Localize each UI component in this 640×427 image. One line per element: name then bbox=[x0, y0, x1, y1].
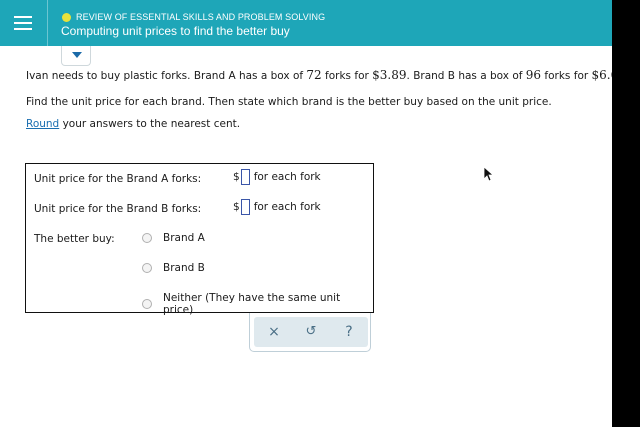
radio-button[interactable] bbox=[142, 233, 152, 243]
brand-a-price: $3.89 bbox=[372, 68, 407, 82]
radio-button[interactable] bbox=[142, 299, 152, 309]
mouse-pointer-icon bbox=[483, 166, 494, 182]
page: REVIEW OF ESSENTIAL SKILLS AND PROBLEM S… bbox=[0, 0, 629, 427]
chevron-down-icon bbox=[72, 52, 82, 58]
problem-text: . Brand B has a box of bbox=[406, 70, 526, 82]
option-label: Brand B bbox=[163, 262, 205, 274]
problem-text: Ivan needs to buy plastic forks. Brand A… bbox=[26, 70, 307, 82]
brand-b-label: Unit price for the Brand B forks: bbox=[34, 203, 202, 215]
clear-icon[interactable]: × bbox=[265, 323, 283, 341]
help-icon[interactable]: ? bbox=[340, 323, 358, 341]
round-link[interactable]: Round bbox=[26, 118, 59, 130]
topic-row: REVIEW OF ESSENTIAL SKILLS AND PROBLEM S… bbox=[62, 10, 325, 24]
radio-button[interactable] bbox=[142, 263, 152, 273]
unit-suffix: for each fork bbox=[253, 171, 321, 183]
problem-instruction: Find the unit price for each brand. Then… bbox=[26, 96, 552, 108]
menu-icon[interactable] bbox=[8, 10, 38, 36]
header-bar: REVIEW OF ESSENTIAL SKILLS AND PROBLEM S… bbox=[0, 0, 612, 46]
rounding-instruction: Round your answers to the nearest cent. bbox=[26, 117, 240, 131]
brand-b-input-group: $ for each fork bbox=[233, 199, 321, 215]
brand-b-unit-price-input[interactable] bbox=[240, 199, 250, 215]
topic-label: REVIEW OF ESSENTIAL SKILLS AND PROBLEM S… bbox=[76, 12, 326, 22]
answer-tools-panel: × ↺ ? bbox=[249, 313, 371, 352]
unit-suffix: for each fork bbox=[253, 201, 321, 213]
option-brand-b[interactable]: Brand B bbox=[142, 262, 205, 274]
progress-dot-icon bbox=[62, 12, 71, 22]
brand-b-count: 96 bbox=[525, 68, 542, 82]
brand-a-input-group: $ for each fork bbox=[233, 169, 321, 185]
brand-a-label: Unit price for the Brand A forks: bbox=[34, 173, 202, 185]
better-buy-label: The better buy: bbox=[34, 233, 115, 245]
brand-a-unit-price-input[interactable] bbox=[240, 169, 250, 185]
currency-symbol: $ bbox=[233, 201, 240, 213]
tool-buttons: × ↺ ? bbox=[254, 317, 368, 347]
brand-a-count: 72 bbox=[306, 68, 322, 82]
lesson-title: Computing unit prices to find the better… bbox=[61, 24, 290, 38]
undo-icon[interactable]: ↺ bbox=[302, 323, 320, 341]
answer-box: Unit price for the Brand A forks: $ for … bbox=[25, 163, 374, 316]
problem-statement: Ivan needs to buy plastic forks. Brand A… bbox=[26, 68, 629, 83]
option-brand-a[interactable]: Brand A bbox=[142, 232, 205, 244]
currency-symbol: $ bbox=[233, 171, 240, 183]
problem-text: forks for bbox=[321, 70, 373, 82]
header-divider bbox=[47, 0, 48, 46]
rounding-text: your answers to the nearest cent. bbox=[59, 118, 241, 130]
option-label: Brand A bbox=[163, 232, 205, 244]
collapse-header-button[interactable] bbox=[61, 46, 91, 66]
problem-text: forks for bbox=[541, 70, 592, 82]
screen-edge bbox=[612, 0, 640, 427]
